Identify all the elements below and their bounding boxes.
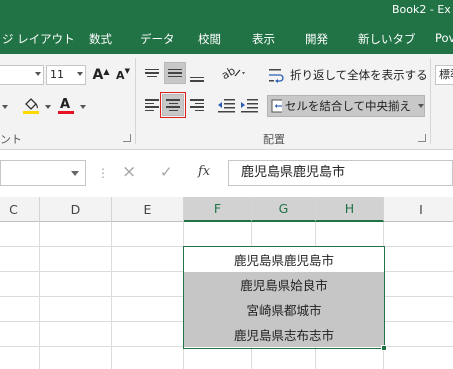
top-align-button[interactable] — [141, 62, 163, 84]
decrease-indent-icon — [218, 99, 235, 113]
text-orientation-icon: ab — [220, 64, 245, 82]
merge-center-icon — [271, 99, 282, 113]
formula-bar: ⋮ × ✓ fx 鹿児島県鹿児島市 — [0, 150, 453, 196]
align-left-button[interactable] — [141, 94, 163, 116]
fill-color-button[interactable] — [20, 94, 42, 116]
align-left-icon — [145, 97, 159, 113]
tab-page-layout[interactable]: ジ レイアウト — [2, 31, 75, 47]
wrap-text-icon — [269, 69, 284, 83]
tab-view[interactable]: 表示 — [252, 31, 275, 47]
column-header-g[interactable]: G — [252, 197, 316, 222]
selection-border — [183, 246, 385, 349]
svg-text:A: A — [60, 97, 70, 112]
font-size-value: 11 — [50, 68, 64, 81]
column-header-h[interactable]: H — [316, 197, 384, 222]
increase-font-button[interactable]: A ▲ — [90, 64, 112, 86]
column-header-c[interactable]: C — [0, 197, 40, 222]
group-separator — [430, 58, 431, 144]
chevron-down-icon — [35, 72, 41, 76]
chevron-down-icon[interactable] — [418, 104, 424, 108]
number-format-combo[interactable]: 標準 — [435, 65, 453, 85]
wrap-text-button[interactable]: 折り返して全体を表示する — [268, 64, 428, 86]
column-header-d[interactable]: D — [40, 197, 112, 222]
bottom-align-icon — [190, 75, 204, 84]
paint-bucket-icon — [23, 98, 39, 114]
top-align-icon — [145, 67, 159, 80]
chevron-down-icon[interactable] — [80, 105, 86, 109]
font-size-combo[interactable]: 11 — [46, 65, 86, 85]
cancel-icon[interactable]: × — [122, 162, 136, 182]
alignment-group-label: 配置 — [263, 133, 285, 146]
merge-center-button[interactable]: セルを結合して中央揃え — [267, 95, 425, 117]
insert-function-icon[interactable]: fx — [198, 164, 210, 179]
tab-new[interactable]: 新しいタブ — [358, 31, 416, 47]
chevron-down-icon — [77, 72, 83, 76]
increase-indent-icon — [241, 99, 258, 113]
window-title: Book2 - Ex — [392, 3, 451, 16]
ribbon: 11 A ▲ A ▼ A ント ab 折り返して全体を表示する セルを結合して中… — [0, 54, 453, 150]
number-format-value: 標準 — [439, 68, 453, 81]
enter-icon[interactable]: ✓ — [160, 163, 173, 181]
column-header-i[interactable]: I — [384, 197, 453, 222]
decrease-indent-button[interactable] — [215, 94, 237, 116]
column-header-f[interactable]: F — [184, 197, 252, 222]
tab-formulas[interactable]: 数式 — [89, 31, 112, 47]
tab-developer[interactable]: 開発 — [305, 31, 328, 47]
align-center-icon — [166, 97, 180, 113]
group-separator — [135, 58, 136, 144]
chevron-down-icon[interactable] — [45, 105, 51, 109]
column-header-e[interactable]: E — [112, 197, 184, 222]
alignment-dialog-launcher[interactable] — [418, 134, 426, 142]
chevron-down-icon — [71, 171, 79, 176]
increase-font-icon: A — [92, 67, 104, 83]
font-name-combo[interactable] — [0, 65, 44, 85]
font-dialog-launcher[interactable] — [123, 134, 131, 142]
svg-text:ab: ab — [220, 64, 238, 82]
orientation-button[interactable]: ab — [219, 62, 247, 84]
middle-align-icon — [168, 67, 182, 80]
font-group-label: ント — [0, 133, 22, 146]
align-right-icon — [190, 97, 204, 113]
decrease-font-icon: A — [116, 68, 125, 82]
formula-input[interactable]: 鹿児島県鹿児島市 — [228, 160, 453, 186]
decrease-font-button[interactable]: A ▼ — [112, 64, 134, 86]
align-right-button[interactable] — [186, 94, 208, 116]
middle-align-button[interactable] — [164, 62, 186, 84]
font-color-icon: A — [58, 97, 74, 114]
tab-power[interactable]: Pov — [435, 31, 453, 45]
merge-center-label: セルを結合して中央揃え — [284, 99, 411, 113]
bottom-align-button[interactable] — [186, 64, 208, 86]
tab-review[interactable]: 校閲 — [198, 31, 221, 47]
font-color-button[interactable]: A — [55, 94, 77, 116]
chevron-down-icon[interactable] — [2, 105, 8, 109]
formula-buttons: × ✓ fx — [94, 160, 224, 186]
tab-data[interactable]: データ — [140, 31, 175, 47]
title-bar: Book2 - Ex — [0, 0, 453, 22]
wrap-text-label: 折り返して全体を表示する — [290, 68, 428, 82]
ribbon-tabs: ジ レイアウト 数式 データ 校閲 表示 開発 新しいタブ Pov — [0, 22, 453, 54]
increase-indent-button[interactable] — [238, 94, 260, 116]
align-center-button[interactable] — [160, 92, 186, 118]
fill-handle[interactable] — [381, 345, 387, 351]
name-box[interactable] — [0, 160, 86, 186]
